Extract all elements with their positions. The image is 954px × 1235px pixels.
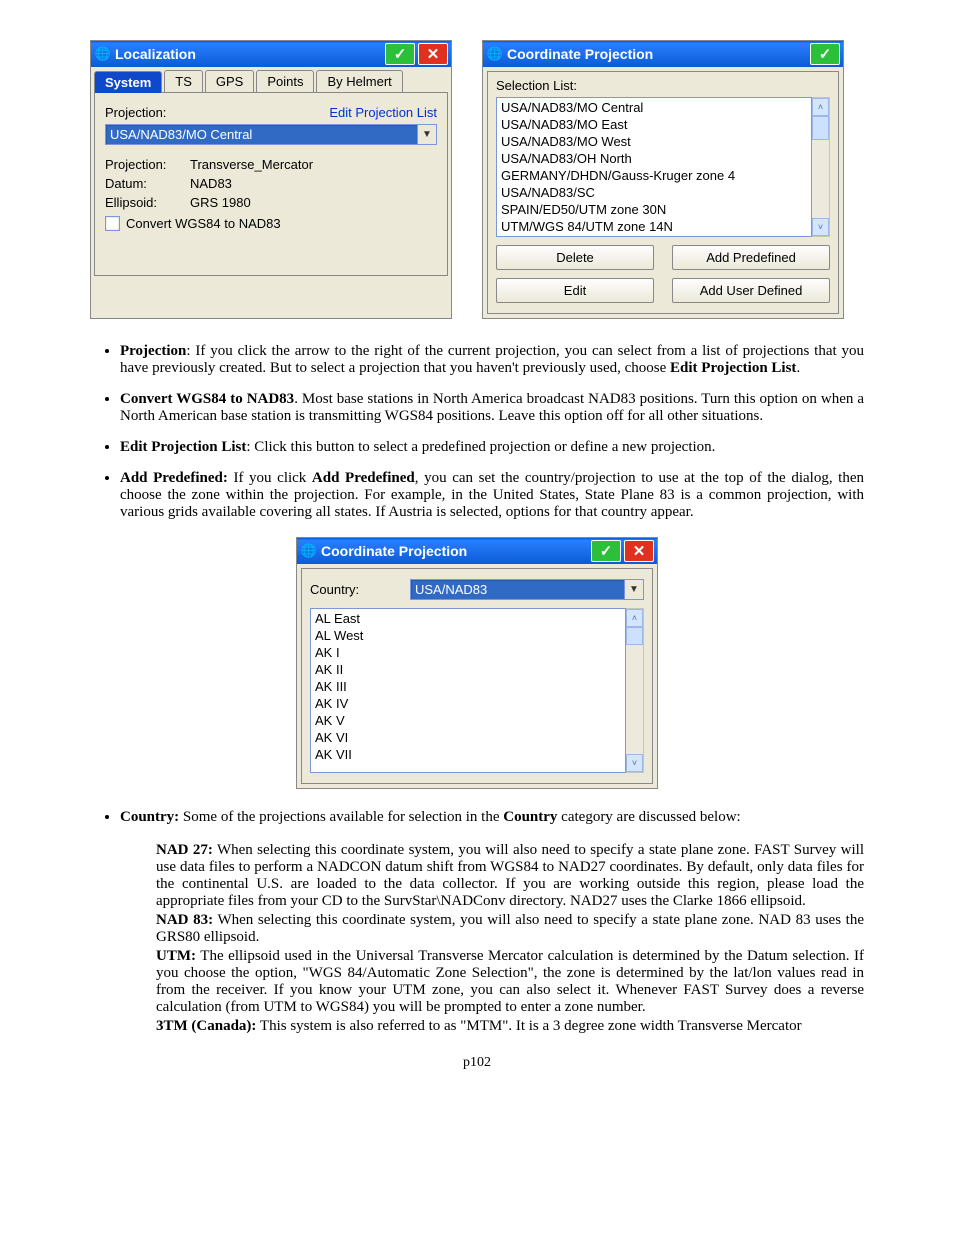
para-nad83: NAD 83: When selecting this coordinate s…	[156, 912, 864, 946]
app-icon: 🌐	[487, 46, 503, 62]
zone-listbox[interactable]: AL East AL West AK I AK II AK III AK IV …	[310, 608, 644, 773]
title-text: Coordinate Projection	[507, 46, 653, 62]
title-text: Localization	[115, 46, 196, 62]
title-text: Coordinate Projection	[321, 543, 467, 559]
bullet-edit-projection-list: Edit Projection List: Click this button …	[120, 439, 864, 456]
para-utm: UTM: The ellipsoid used in the Universal…	[156, 948, 864, 1016]
list-item[interactable]: UTM/WGS 84/UTM zone 14N	[501, 218, 807, 235]
list-item[interactable]: AK III	[315, 678, 621, 695]
bullet-list-2: Country: Some of the projections availab…	[90, 809, 864, 826]
convert-checkbox-label: Convert WGS84 to NAD83	[126, 216, 281, 231]
country-value[interactable]: USA/NAD83	[410, 579, 624, 600]
list-item[interactable]: USA/NAD83/MO West	[501, 133, 807, 150]
para-nad27: NAD 27: When selecting this coordinate s…	[156, 842, 864, 910]
scroll-track[interactable]	[626, 645, 643, 754]
listbox-items[interactable]: AL East AL West AK I AK II AK III AK IV …	[310, 608, 626, 773]
para-3tm: 3TM (Canada): This system is also referr…	[156, 1018, 864, 1035]
list-item[interactable]: AK I	[315, 644, 621, 661]
list-item[interactable]: AK VI	[315, 729, 621, 746]
scroll-down-icon[interactable]: ˅	[626, 754, 643, 772]
scrollbar[interactable]: ˄ ˅	[812, 97, 830, 237]
list-item[interactable]: USA/NAD83/MO Central	[501, 99, 807, 116]
list-item[interactable]: SPAIN/ED50/UTM zone 30N	[501, 201, 807, 218]
country-panel: Country: USA/NAD83 ▼ AL East AL West AK …	[301, 568, 653, 784]
dropdown-arrow-icon[interactable]: ▼	[417, 124, 437, 145]
tab-ts[interactable]: TS	[164, 70, 203, 92]
scroll-up-icon[interactable]: ˄	[812, 98, 829, 116]
edit-button[interactable]: Edit	[496, 278, 654, 303]
bullet-convert-wgs84: Convert WGS84 to NAD83. Most base statio…	[120, 391, 864, 425]
ok-button[interactable]: ✓	[385, 43, 415, 65]
tab-points[interactable]: Points	[256, 70, 314, 92]
ellipsoid-label: Ellipsoid:	[105, 195, 190, 210]
convert-checkbox[interactable]	[105, 216, 120, 231]
projection-value[interactable]: USA/NAD83/MO Central	[105, 124, 417, 145]
projection-label: Projection:	[105, 105, 190, 120]
titlebar: 🌐 Coordinate Projection ✓ ✕	[297, 538, 657, 564]
dropdown-arrow-icon[interactable]: ▼	[624, 579, 644, 600]
listbox-items[interactable]: USA/NAD83/MO Central USA/NAD83/MO East U…	[496, 97, 812, 237]
titlebar: 🌐 Coordinate Projection ✓	[483, 41, 843, 67]
country-label: Country:	[310, 582, 410, 597]
app-icon: 🌐	[95, 46, 111, 62]
scroll-up-icon[interactable]: ˄	[626, 609, 643, 627]
selection-list-label: Selection List:	[496, 78, 830, 93]
app-icon: 🌐	[301, 543, 317, 559]
list-item[interactable]: SOUTH AFRICA/HARTEBEESTHOEK94/Lo27	[501, 235, 807, 237]
bullet-list: Projection: If you click the arrow to th…	[90, 343, 864, 521]
coord-projection-list-dialog: 🌐 Coordinate Projection ✓ Selection List…	[482, 40, 844, 319]
localization-dialog: 🌐 Localization ✓ ✕ System TS GPS Points …	[90, 40, 452, 319]
list-item[interactable]: AK II	[315, 661, 621, 678]
tab-by-helmert[interactable]: By Helmert	[316, 70, 402, 92]
bullet-projection: Projection: If you click the arrow to th…	[120, 343, 864, 377]
bullet-add-predefined: Add Predefined: If you click Add Predefi…	[120, 470, 864, 521]
list-item[interactable]: GERMANY/DHDN/Gauss-Kruger zone 4	[501, 167, 807, 184]
list-item[interactable]: AK V	[315, 712, 621, 729]
scroll-thumb[interactable]	[812, 116, 829, 140]
system-panel: Projection: Edit Projection List USA/NAD…	[94, 92, 448, 276]
tab-gps[interactable]: GPS	[205, 70, 254, 92]
list-item[interactable]: AL West	[315, 627, 621, 644]
scroll-down-icon[interactable]: ˅	[812, 218, 829, 236]
scroll-thumb[interactable]	[626, 627, 643, 645]
list-item[interactable]: USA/NAD83/OH North	[501, 150, 807, 167]
list-item[interactable]: AK IV	[315, 695, 621, 712]
bullet-country: Country: Some of the projections availab…	[120, 809, 864, 826]
page-number: p102	[90, 1055, 864, 1071]
scroll-track[interactable]	[812, 140, 829, 218]
ellipsoid-value: GRS 1980	[190, 195, 251, 210]
ok-button[interactable]: ✓	[591, 540, 621, 562]
selection-panel: Selection List: USA/NAD83/MO Central USA…	[487, 71, 839, 314]
titlebar: 🌐 Localization ✓ ✕	[91, 41, 451, 67]
tabs: System TS GPS Points By Helmert	[91, 67, 451, 92]
ok-button[interactable]: ✓	[810, 43, 840, 65]
close-button[interactable]: ✕	[624, 540, 654, 562]
selection-listbox[interactable]: USA/NAD83/MO Central USA/NAD83/MO East U…	[496, 97, 830, 237]
country-combo[interactable]: USA/NAD83 ▼	[410, 579, 644, 600]
datum-value: NAD83	[190, 176, 232, 191]
button-grid: Delete Add Predefined Edit Add User Defi…	[496, 245, 830, 303]
add-predefined-button[interactable]: Add Predefined	[672, 245, 830, 270]
list-item[interactable]: AK VII	[315, 746, 621, 763]
scrollbar[interactable]: ˄ ˅	[626, 608, 644, 773]
dialogs-row: 🌐 Localization ✓ ✕ System TS GPS Points …	[90, 40, 864, 319]
datum-label: Datum:	[105, 176, 190, 191]
coord-projection-country-dialog: 🌐 Coordinate Projection ✓ ✕ Country: USA…	[296, 537, 658, 789]
projection-combo[interactable]: USA/NAD83/MO Central ▼	[105, 124, 437, 145]
projection2-value: Transverse_Mercator	[190, 157, 313, 172]
close-button[interactable]: ✕	[418, 43, 448, 65]
list-item[interactable]: AL East	[315, 610, 621, 627]
projection2-label: Projection:	[105, 157, 190, 172]
edit-projection-list-link[interactable]: Edit Projection List	[329, 105, 437, 120]
center-wrap: 🌐 Coordinate Projection ✓ ✕ Country: USA…	[90, 537, 864, 789]
tab-system[interactable]: System	[94, 71, 162, 93]
add-user-defined-button[interactable]: Add User Defined	[672, 278, 830, 303]
delete-button[interactable]: Delete	[496, 245, 654, 270]
list-item[interactable]: USA/NAD83/MO East	[501, 116, 807, 133]
list-item[interactable]: USA/NAD83/SC	[501, 184, 807, 201]
